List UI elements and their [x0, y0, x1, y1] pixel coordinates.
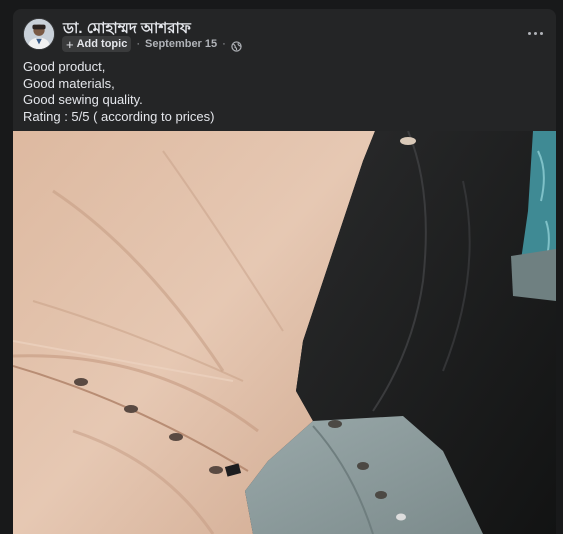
- globe-icon-graphic: [231, 40, 242, 52]
- meta-separator: ·: [222, 38, 226, 50]
- post-date[interactable]: September 15: [145, 38, 217, 50]
- post-text-line: Rating : 5/5 ( according to prices): [23, 108, 215, 124]
- post-text-line: Good product,: [23, 59, 106, 74]
- more-dot: [539, 31, 543, 35]
- meta-separator: ·: [136, 38, 140, 50]
- more-dot: [527, 31, 531, 35]
- globe-icon[interactable]: [231, 39, 242, 52]
- button-dot: [74, 378, 88, 386]
- shirts-photo: [13, 130, 556, 534]
- add-topic-button[interactable]: + Add topic: [62, 36, 132, 52]
- post-header: ডা. মোহাম্মদ আশরাফ + Add topic · Septemb…: [13, 9, 556, 57]
- author-avatar[interactable]: [23, 18, 55, 50]
- post-text-line: Good sewing quality.: [23, 92, 143, 107]
- more-dot: [533, 31, 537, 35]
- avatar-image: [24, 19, 54, 49]
- more-options-icon[interactable]: [521, 25, 549, 41]
- plus-icon: +: [66, 36, 74, 52]
- post-photo[interactable]: [13, 130, 556, 534]
- post-meta: + Add topic · September 15 ·: [62, 36, 242, 52]
- add-topic-label: Add topic: [76, 38, 128, 50]
- post-text: Good product, Good materials, Good sewin…: [23, 59, 543, 125]
- post-card: ডা. মোহাম্মদ আশরাফ + Add topic · Septemb…: [13, 9, 556, 534]
- post-text-line: Good materials,: [23, 75, 115, 91]
